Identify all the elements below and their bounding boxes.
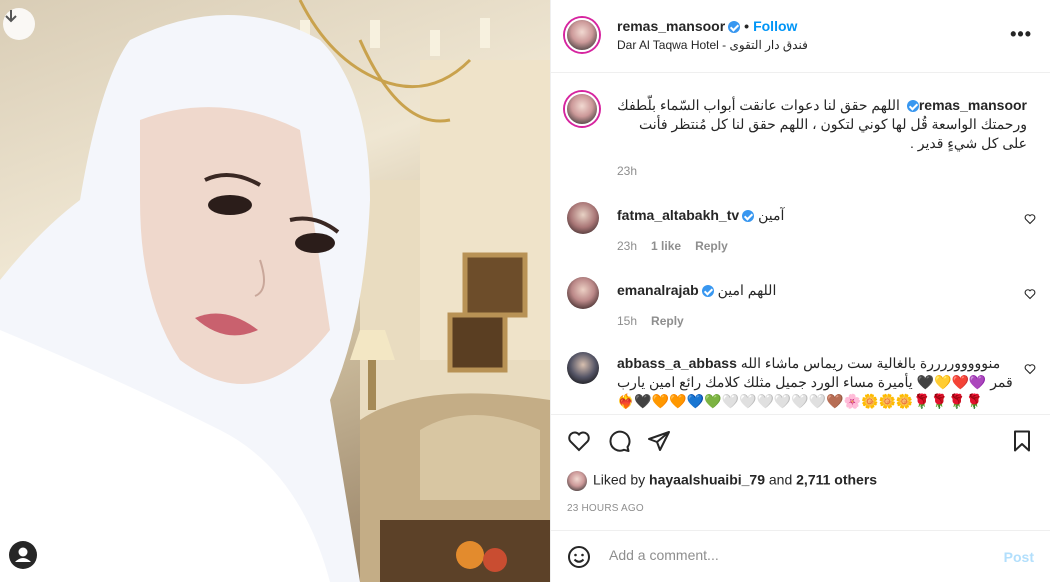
liker-username[interactable]: hayaalshuaibi_79 <box>649 472 765 488</box>
post-actions: Liked by hayaalshuaibi_79 and 2,711 othe… <box>551 414 1050 583</box>
post-location[interactable]: Dar Al Taqwa Hotel - فندق دار التقوى <box>617 38 808 52</box>
caption: remas_mansoor اللهم حقق لنا دعوات عانقت … <box>617 96 1027 153</box>
more-options-icon[interactable]: ••• <box>1010 24 1032 45</box>
comment-username[interactable]: emanalrajab <box>617 282 699 298</box>
comment-item: abbass_a_abbass منوووووررررة بالغالية ست… <box>617 354 1017 411</box>
liked-by-others[interactable]: 2,711 others <box>796 472 877 488</box>
emoji-icon[interactable] <box>567 545 591 574</box>
verified-icon <box>742 210 755 223</box>
commenter-avatar[interactable] <box>567 352 599 384</box>
comment-username[interactable]: abbass_a_abbass <box>617 355 737 371</box>
comment-username[interactable]: fatma_altabakh_tv <box>617 207 739 223</box>
separator-dot: • <box>744 18 750 34</box>
author-username[interactable]: remas_mansoor <box>617 18 725 34</box>
author-line: remas_mansoor • Follow <box>617 18 797 34</box>
liked-by-prefix: Liked by <box>593 471 650 488</box>
add-comment-bar: Post <box>551 530 1050 584</box>
liker-avatar[interactable] <box>567 471 587 491</box>
liked-by-middle: and <box>765 471 797 488</box>
photo-illustration <box>0 0 550 582</box>
verified-icon <box>701 285 714 298</box>
comment-text: آمين <box>758 207 785 223</box>
like-icon[interactable] <box>567 429 591 458</box>
post-timestamp[interactable]: 23 HOURS AGO <box>567 503 644 514</box>
comment-item: fatma_altabakh_tv آمين <box>617 206 1017 225</box>
post-photo[interactable] <box>0 0 550 582</box>
post-button[interactable]: Post <box>1004 549 1034 565</box>
comment-text: اللهم امين <box>717 282 777 298</box>
liked-by: Liked by hayaalshuaibi_79 and 2,711 othe… <box>567 471 877 491</box>
save-icon[interactable] <box>1010 429 1034 458</box>
author-avatar[interactable] <box>565 18 599 52</box>
verified-icon <box>906 100 919 113</box>
commenter-avatar[interactable] <box>567 277 599 309</box>
reply-button[interactable]: Reply <box>695 239 728 253</box>
comment-input[interactable] <box>607 546 971 564</box>
commenter-avatar[interactable] <box>567 202 599 234</box>
comment-meta: 15h Reply <box>617 314 698 328</box>
comments-list[interactable]: remas_mansoor اللهم حقق لنا دعوات عانقت … <box>551 72 1050 412</box>
caption-author-avatar[interactable] <box>565 92 599 126</box>
verified-icon <box>728 21 741 34</box>
post-details-panel: remas_mansoor • Follow Dar Al Taqwa Hotel … <box>550 0 1050 582</box>
caption-username[interactable]: remas_mansoor <box>919 97 1027 113</box>
caption-time[interactable]: 23h <box>617 164 637 178</box>
comment-like-icon[interactable] <box>1024 287 1036 305</box>
share-icon[interactable] <box>647 429 671 458</box>
post-header: remas_mansoor • Follow Dar Al Taqwa Hotel … <box>551 0 1050 73</box>
comment-time[interactable]: 23h <box>617 239 637 253</box>
follow-button[interactable]: Follow <box>753 18 797 34</box>
comment-likes[interactable]: 1 like <box>651 239 681 253</box>
tagged-user-icon[interactable] <box>8 540 38 570</box>
comment-icon[interactable] <box>607 429 631 458</box>
download-icon[interactable] <box>3 8 35 40</box>
reply-button[interactable]: Reply <box>651 314 684 328</box>
comment-item: emanalrajab اللهم امين <box>617 281 1017 300</box>
comment-like-icon[interactable] <box>1024 212 1036 230</box>
comment-like-icon[interactable] <box>1024 362 1036 380</box>
comment-time[interactable]: 15h <box>617 314 637 328</box>
comment-meta: 23h 1 like Reply <box>617 239 742 253</box>
